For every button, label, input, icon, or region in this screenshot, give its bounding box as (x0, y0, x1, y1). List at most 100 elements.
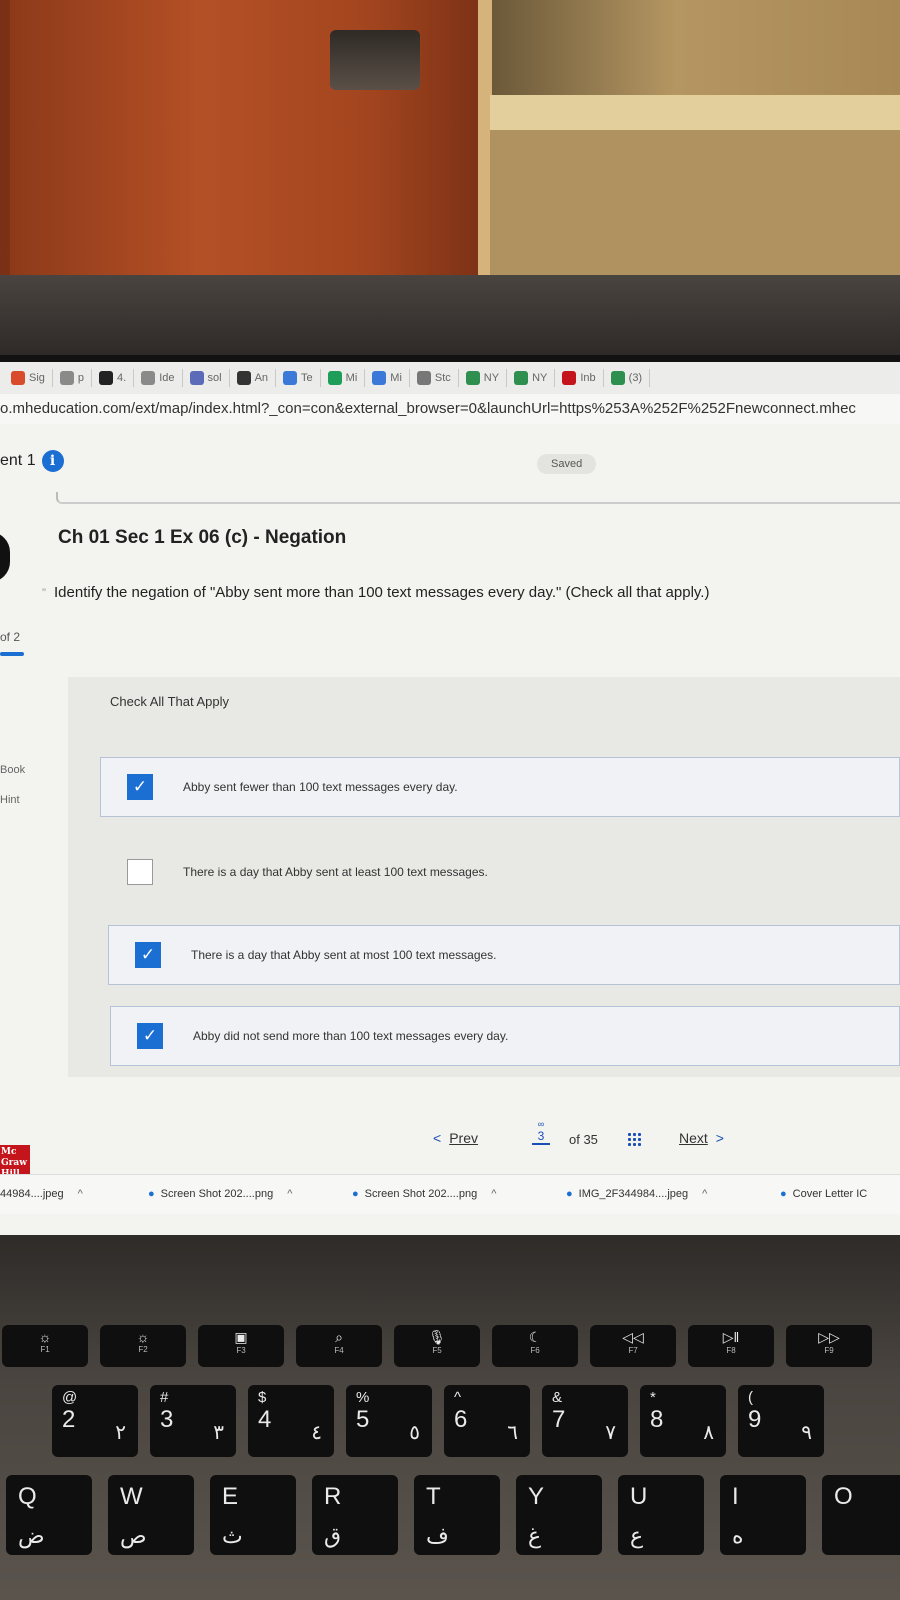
bookmark-item[interactable]: Ide (134, 369, 183, 387)
laptop-lid-top (0, 275, 900, 365)
key-main: Y (528, 1483, 545, 1510)
key-symbol: ☼ (38, 1329, 52, 1345)
bookmark-item[interactable]: sol (183, 369, 230, 387)
bookmark-item[interactable]: p (53, 369, 93, 387)
key-arabic: ع (630, 1523, 644, 1548)
grid-icon[interactable] (627, 1132, 643, 1146)
key-shift: $ (258, 1389, 267, 1406)
key-arabic: ٨ (703, 1422, 714, 1444)
key-main: T (426, 1483, 441, 1510)
question-marker[interactable] (0, 532, 10, 582)
bookmark-item[interactable]: (3) (604, 369, 651, 387)
number-key: @2 ٢ (52, 1385, 138, 1457)
answer-option[interactable]: There is a day that Abby sent at most 10… (108, 925, 900, 985)
key-arabic: ٩ (801, 1422, 812, 1444)
checked-checkbox[interactable] (135, 942, 161, 968)
bookmark-item[interactable]: An (230, 369, 277, 387)
key-arabic: ه (732, 1523, 744, 1548)
key-symbol: ⌕ (335, 1329, 343, 1345)
bookmark-item[interactable]: NY (459, 369, 508, 387)
bookmark-label: An (254, 372, 269, 384)
bookmark-item[interactable]: Te (276, 369, 321, 387)
download-item[interactable]: ● Screen Shot 202....png ^ (352, 1188, 496, 1200)
url-text[interactable]: o.mheducation.com/ext/map/index.html?_co… (0, 400, 856, 417)
bookmark-label: Sig (29, 372, 45, 384)
bookmark-label: Mi (345, 372, 358, 384)
letter-key: Eث (210, 1475, 296, 1555)
bookmark-item[interactable]: Mi (365, 369, 410, 387)
cabinet-top (490, 95, 900, 130)
bookmark-label: sol (207, 372, 222, 384)
option-text: Abby did not send more than 100 text mes… (193, 1029, 509, 1043)
progress-bar (0, 652, 24, 656)
hint-link[interactable]: Hint (0, 794, 20, 806)
bookmarks-bar: Sig p 4. Ide sol An Te Mi Mi Stc NY NY Inb (3) (0, 362, 900, 394)
key-symbol: ☼ (136, 1329, 150, 1345)
ebook-link[interactable]: Book (0, 764, 25, 776)
key-symbol: 🎙 (428, 1329, 446, 1345)
chevron-up-icon[interactable]: ^ (78, 1188, 83, 1200)
bookmark-label: p (77, 372, 85, 384)
answer-option[interactable]: There is a day that Abby sent at least 1… (100, 842, 900, 902)
url-bar[interactable]: o.mheducation.com/ext/map/index.html?_co… (0, 394, 900, 424)
next-button[interactable]: Next > (679, 1130, 724, 1146)
prev-label: Prev (449, 1130, 478, 1146)
key-main: U (630, 1483, 648, 1510)
chevron-up-icon[interactable]: ^ (491, 1188, 496, 1200)
doc-icon (372, 371, 387, 385)
key-arabic: غ (528, 1523, 542, 1548)
prev-button[interactable]: < Prev (433, 1130, 478, 1146)
key-label: F1 (40, 1345, 50, 1354)
google-icon (141, 371, 156, 385)
chevron-up-icon[interactable]: ^ (702, 1188, 707, 1200)
question-title: Ch 01 Sec 1 Ex 06 (c) - Negation (58, 527, 347, 548)
download-item[interactable]: ● Cover Letter IC (780, 1188, 867, 1200)
key-main: R (324, 1483, 342, 1510)
prompt-marker: ” (42, 586, 46, 600)
doc-icon (283, 371, 298, 385)
download-item[interactable]: ● IMG_2F344984....jpeg ^ (566, 1188, 707, 1200)
check-all-label: Check All That Apply (110, 694, 229, 709)
key-symbol: ▣ (234, 1329, 248, 1345)
bookmark-label: NY (483, 372, 500, 384)
function-key: ▷‖ F8 (688, 1325, 774, 1367)
option-text: Abby sent fewer than 100 text messages e… (183, 780, 458, 794)
function-key: ☼ F2 (100, 1325, 186, 1367)
download-filename: Cover Letter IC (792, 1188, 868, 1200)
answer-option[interactable]: Abby sent fewer than 100 text messages e… (100, 757, 900, 817)
current-page[interactable]: ∞ 3 (532, 1120, 550, 1145)
letter-key: Iه (720, 1475, 806, 1555)
key-label: F6 (530, 1346, 540, 1355)
bookmark-item[interactable]: Inb (555, 369, 604, 387)
bookmark-item[interactable]: 4. (92, 369, 135, 387)
key-symbol: ☾ (528, 1329, 542, 1345)
key-main: I (732, 1483, 739, 1510)
bookmark-item[interactable]: Sig (4, 369, 53, 387)
function-key: ☾ F6 (492, 1325, 578, 1367)
key-shift: % (356, 1389, 370, 1406)
assignment-title: ent 1 (0, 452, 36, 469)
info-icon[interactable]: i (41, 450, 64, 472)
current-page-number: 3 (537, 1129, 545, 1143)
link-icon: ∞ (537, 1119, 545, 1129)
bookmark-item[interactable]: NY (507, 369, 556, 387)
download-filename: Screen Shot 202....png (160, 1188, 274, 1200)
function-key: ⌕ F4 (296, 1325, 382, 1367)
bookmark-item[interactable]: Mi (321, 369, 366, 387)
star-icon (416, 371, 431, 385)
file-icon: ● (566, 1188, 573, 1200)
answer-option[interactable]: Abby did not send more than 100 text mes… (110, 1006, 900, 1066)
keyboard: ☼ F1 ☼ F2 ▣ F3 ⌕ F4 🎙 F5 ☾ F6 ◁◁ F7 ▷‖ F8 ▷▷ F9 @2 ٢ #3 ٣ $4 ٤%… (0, 1235, 900, 1600)
download-item[interactable]: ● Screen Shot 202....png ^ (148, 1188, 292, 1200)
saved-badge: Saved (537, 454, 597, 474)
key-label: F3 (236, 1346, 246, 1355)
bookmark-label: NY (532, 372, 548, 384)
checked-checkbox[interactable] (137, 1023, 163, 1049)
checked-checkbox[interactable] (127, 774, 153, 800)
bookmark-item[interactable]: Stc (410, 369, 459, 387)
unchecked-checkbox[interactable] (127, 859, 153, 885)
chevron-up-icon[interactable]: ^ (287, 1188, 292, 1200)
page-total: of 35 (569, 1132, 598, 1147)
download-item[interactable]: 44984....jpeg ^ (0, 1188, 83, 1200)
option-text: There is a day that Abby sent at least 1… (183, 865, 488, 879)
